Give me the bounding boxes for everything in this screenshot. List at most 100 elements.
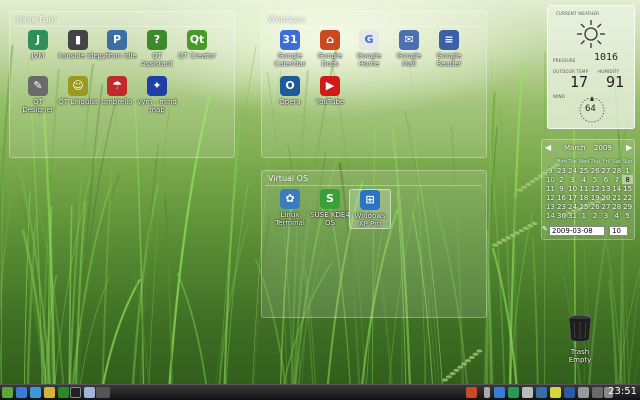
calendar-day[interactable]: 25 (578, 202, 590, 211)
desktop-icon[interactable]: ▮ konsole ide (58, 30, 98, 60)
desktop-icon[interactable]: ✦ vym - mind map (137, 76, 177, 114)
calendar-day[interactable]: 28 (611, 166, 622, 175)
calendar-day[interactable]: 5 (590, 175, 601, 184)
calendar-day[interactable]: 22 (622, 193, 633, 202)
calendar-day[interactable]: 30 (556, 211, 567, 220)
terminal-icon[interactable] (70, 387, 81, 398)
tray-settings-icon[interactable] (592, 387, 603, 398)
desktop-icon[interactable]: J JVM (18, 30, 58, 60)
desktop-icon[interactable]: ≡ Google Reader (429, 30, 469, 68)
calendar-day[interactable]: 16 (556, 193, 567, 202)
calendar-day[interactable]: 9 (556, 184, 567, 193)
wheat-grain (442, 378, 448, 382)
calendar-day[interactable]: 27 (601, 202, 612, 211)
desktop-icon[interactable]: ▶ YouTube (310, 76, 350, 106)
file-manager-icon[interactable] (44, 387, 55, 398)
desktop-icon[interactable]: ? QT Assistant (137, 30, 177, 68)
desktop-icon[interactable]: O Opera (270, 76, 310, 106)
calendar-day[interactable]: 2 (556, 175, 567, 184)
calendar-year[interactable]: 2009 (594, 144, 612, 152)
desktop-icon[interactable]: S SUSE KDE4 OS (310, 189, 350, 227)
desktop-icon[interactable]: Qt QT Creator (177, 30, 217, 60)
calendar-day[interactable]: 1 (622, 166, 633, 175)
weather-widget[interactable]: CURRENT WEATHER PRESSURE 1016 OUTDOOR TE… (547, 5, 635, 129)
prev-month-arrow-icon[interactable]: ◀ (545, 143, 551, 152)
icon-glyph: ☺ (72, 79, 84, 92)
calendar-day[interactable]: 3 (601, 211, 612, 220)
desktop-icon[interactable]: ⌂ Google Docs (310, 30, 350, 68)
next-month-arrow-icon[interactable]: ▶ (626, 143, 632, 152)
calendar-day[interactable]: 28 (611, 202, 622, 211)
calendar-day[interactable]: 13 (601, 184, 612, 193)
folder-view-virtual-os[interactable]: Virtual OS ✿ Linux Terminal S SUSE KDE4 OS ⊞… (261, 170, 487, 318)
calendar-day[interactable]: 21 (611, 193, 622, 202)
calendar-day[interactable]: 14 (611, 184, 622, 193)
tray-device-icon[interactable] (564, 387, 575, 398)
desktop-icon[interactable]: Ppython idle (97, 30, 137, 60)
folder-view-webapps[interactable]: WebApps 31 Google Calendar ⌂ Google Docs G Go… (261, 11, 487, 158)
calendar-month[interactable]: March (564, 144, 585, 152)
calendar-day[interactable]: 18 (578, 193, 590, 202)
tray-volume-icon[interactable] (578, 387, 589, 398)
calendar-day[interactable]: 2 (590, 211, 601, 220)
calendar-day[interactable]: 23 (556, 202, 567, 211)
calendar-day[interactable]: 27 (601, 166, 612, 175)
calendar-day[interactable]: 15 (622, 184, 633, 193)
calendar-day[interactable]: 10 (567, 184, 578, 193)
tray-klipper-icon[interactable] (522, 387, 533, 398)
wheat-grain (449, 371, 456, 376)
pager-icon[interactable] (96, 387, 110, 398)
calendar-day[interactable]: 4 (578, 175, 590, 184)
icon-glyph: Qt (189, 33, 205, 46)
tray-network-icon[interactable] (494, 387, 505, 398)
calendar-day[interactable]: 11 (578, 184, 590, 193)
folder-view-have-fun[interactable]: Have Fun! J JVM ▮ konsole ide Ppython idle? Q… (9, 11, 235, 158)
calendar-day[interactable]: 1 (578, 211, 590, 220)
desktop-icon[interactable]: 31 Google Calendar (270, 30, 310, 68)
week-number: 13 (545, 202, 555, 211)
calendar-day[interactable]: 25 (578, 166, 590, 175)
wheat-grain (468, 355, 475, 360)
clock[interactable]: 23:51 (608, 386, 637, 397)
calendar-day[interactable]: 23 (556, 166, 567, 175)
desktop-icon[interactable]: ☂ umbrello (97, 76, 137, 106)
app-launcher-icon[interactable] (58, 387, 69, 398)
calendar-day[interactable]: 19 (590, 193, 601, 202)
desktop-show-icon[interactable] (16, 387, 27, 398)
calendar-day[interactable]: 24 (567, 166, 578, 175)
desktop-icon[interactable]: ☺ QT Linguist (58, 76, 98, 106)
calendar-day[interactable]: 4 (611, 211, 622, 220)
calendar-day[interactable]: 5 (622, 211, 633, 220)
icon-glyph: ? (153, 33, 161, 46)
calendar-day[interactable]: 12 (590, 184, 601, 193)
calendar-day[interactable]: 8 (622, 175, 633, 184)
tray-notes-icon[interactable] (550, 387, 561, 398)
calendar-day[interactable]: 26 (590, 166, 601, 175)
desktop-icon[interactable]: G Google Home (349, 30, 389, 68)
kde-menu-icon[interactable] (2, 387, 13, 398)
calendar-day[interactable]: 29 (622, 202, 633, 211)
desktop-icon[interactable]: ✉ Google Mail (389, 30, 429, 68)
calendar-day[interactable]: 31 (567, 211, 578, 220)
document-icon[interactable] (84, 387, 95, 398)
calendar-day[interactable]: 26 (590, 202, 601, 211)
calendar-day[interactable]: 20 (601, 193, 612, 202)
calendar-day[interactable]: 17 (567, 193, 578, 202)
week-spinbox[interactable]: 10 (609, 226, 628, 236)
calendar-day[interactable]: 7 (611, 175, 622, 184)
calendar-widget[interactable]: ◀ March 2009 ▶ Mon Tue Wed Thu Fri Sat Sun 9 23 2… (541, 139, 635, 240)
tray-battery-icon[interactable] (484, 387, 490, 398)
calendar-day[interactable]: 6 (601, 175, 612, 184)
date-field[interactable] (549, 226, 605, 236)
trash[interactable]: Trash Empty (560, 314, 600, 364)
desktop-icon[interactable]: ✎ QT Designer (18, 76, 58, 114)
browser-icon[interactable] (30, 387, 41, 398)
tray-update-icon[interactable] (508, 387, 519, 398)
desktop-icon[interactable]: ✿ Linux Terminal (270, 189, 310, 227)
calendar-day[interactable]: 3 (567, 175, 578, 184)
calendar-day[interactable]: 24 (567, 202, 578, 211)
clear-date-icon[interactable]: ✎ (542, 225, 548, 233)
tray-app-icon[interactable] (466, 387, 477, 398)
desktop-icon[interactable]: ⊞ Windows XP Pro (349, 189, 391, 229)
tray-bluetooth-icon[interactable] (536, 387, 547, 398)
